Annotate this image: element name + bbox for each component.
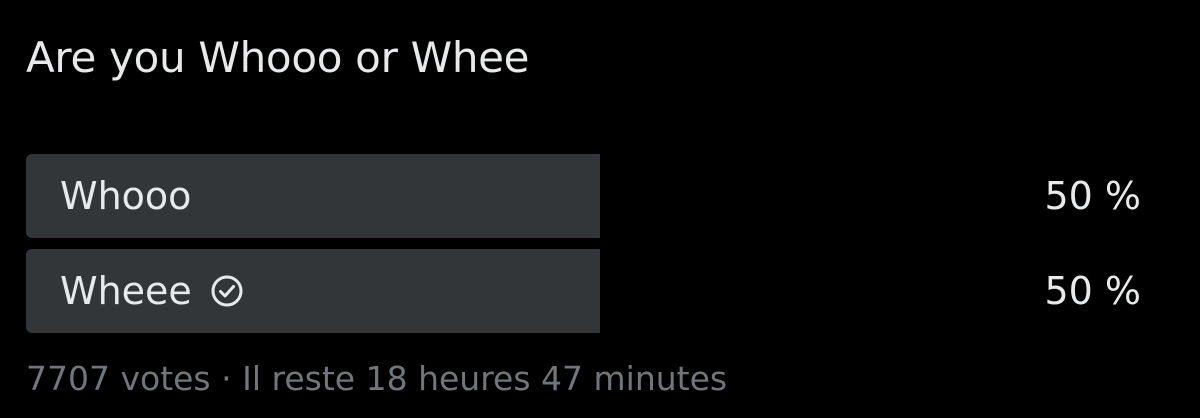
poll-option-whooo[interactable]: Whooo 50 % (26, 154, 1166, 238)
poll-option-label: Whooo (60, 174, 192, 218)
poll-meta-separator: · (221, 359, 232, 398)
poll-time-left: Il reste 18 heures 47 minutes (242, 359, 728, 398)
poll-meta: 7707 votes · Il reste 18 heures 47 minut… (26, 357, 727, 401)
poll-question: Are you Whooo or Whee (26, 33, 530, 82)
check-circle-icon (210, 274, 244, 308)
poll-option-percent: 50 % (1044, 174, 1141, 218)
poll-option-wheee[interactable]: Wheee 50 % (26, 249, 1166, 333)
poll-option-label: Wheee (60, 269, 192, 313)
poll-option-percent: 50 % (1044, 269, 1141, 313)
poll-vote-count: 7707 votes (26, 359, 211, 398)
